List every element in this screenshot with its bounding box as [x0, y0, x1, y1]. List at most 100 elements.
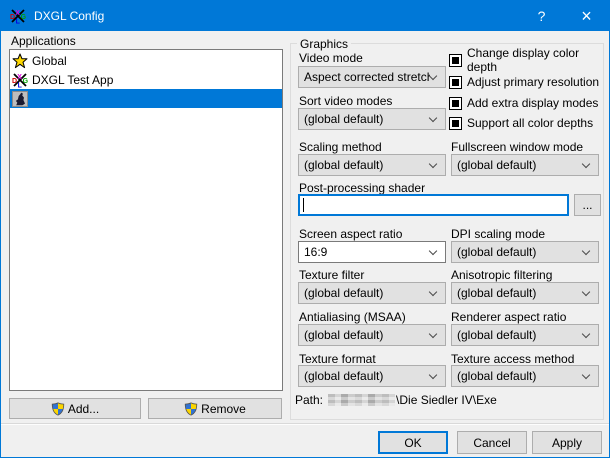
- dxgl-logo-icon: D X G L: [10, 8, 26, 24]
- browse-shader-button[interactable]: ...: [574, 194, 601, 216]
- redacted-path-segment: [328, 394, 395, 406]
- help-button-label: ?: [538, 8, 546, 24]
- applications-label: Applications: [11, 34, 76, 48]
- chevron-down-icon: [582, 329, 590, 337]
- svg-text:L: L: [18, 82, 23, 88]
- help-button[interactable]: ?: [519, 1, 564, 31]
- svg-text:G: G: [23, 78, 28, 85]
- path-row: Path: \Die Siedler IV\Exe: [295, 393, 497, 407]
- checkbox-adjust-primary-resolution[interactable]: Adjust primary resolution: [449, 75, 599, 89]
- ok-button-label: OK: [404, 436, 421, 450]
- remove-button[interactable]: Remove: [148, 398, 282, 419]
- renderer-aspect-ratio-value: (global default): [452, 328, 583, 342]
- path-label: Path:: [295, 393, 323, 407]
- path-suffix: \Die Siedler IV\Exe: [396, 393, 497, 407]
- remove-button-label: Remove: [201, 402, 246, 416]
- dpi-scaling-mode-select[interactable]: (global default): [451, 241, 599, 263]
- cancel-button[interactable]: Cancel: [457, 431, 527, 454]
- list-item-global[interactable]: Global: [10, 51, 282, 70]
- antialiasing-msaa-select[interactable]: (global default): [298, 324, 446, 346]
- texture-filter-select[interactable]: (global default): [298, 282, 446, 304]
- anisotropic-filtering-value: (global default): [452, 286, 583, 300]
- add-button[interactable]: Add...: [9, 398, 141, 419]
- text-caret: [303, 198, 304, 212]
- chevron-down-icon: [429, 329, 437, 337]
- cancel-button-label: Cancel: [473, 436, 510, 450]
- renderer-aspect-ratio-select[interactable]: (global default): [451, 324, 599, 346]
- checkbox-add-extra-display-modes[interactable]: Add extra display modes: [449, 96, 598, 110]
- texture-access-method-label: Texture access method: [451, 352, 574, 366]
- texture-access-method-value: (global default): [452, 369, 583, 383]
- ok-button[interactable]: OK: [378, 431, 448, 454]
- checkbox-change-display-color-depth[interactable]: Change display color depth: [449, 53, 609, 67]
- texture-format-select[interactable]: (global default): [298, 365, 446, 387]
- checkbox-label: Change display color depth: [467, 46, 609, 74]
- chevron-down-icon: [582, 287, 590, 295]
- chevron-down-icon: [582, 159, 590, 167]
- checkbox-label: Adjust primary resolution: [467, 75, 599, 89]
- renderer-aspect-ratio-label: Renderer aspect ratio: [451, 310, 566, 324]
- video-mode-value: Aspect corrected stretch: [299, 70, 430, 84]
- fullscreen-window-mode-value: (global default): [452, 158, 583, 172]
- close-icon: ×: [581, 7, 592, 25]
- close-button[interactable]: ×: [564, 1, 609, 31]
- checkbox-label: Support all color depths: [467, 116, 593, 130]
- sort-video-modes-label: Sort video modes: [299, 94, 392, 108]
- fullscreen-window-mode-select[interactable]: (global default): [451, 154, 599, 176]
- uac-shield-icon: [51, 402, 65, 416]
- star-icon: [12, 53, 28, 69]
- dxgl-config-window: D X G L DXGL Config ? × Applications Glo…: [0, 0, 610, 458]
- checkbox-label: Add extra display modes: [467, 96, 598, 110]
- post-processing-shader-input[interactable]: [298, 194, 569, 216]
- sort-video-modes-select[interactable]: (global default): [298, 108, 446, 130]
- list-item-label: Global: [32, 54, 67, 68]
- svg-text:L: L: [16, 19, 21, 25]
- chevron-down-icon: [429, 71, 437, 79]
- apply-button[interactable]: Apply: [532, 431, 602, 454]
- sort-video-modes-value: (global default): [299, 112, 430, 126]
- checkbox-indeterminate-icon[interactable]: [449, 117, 462, 130]
- list-item-dxgl-test-app[interactable]: D X G L DXGL Test App: [10, 70, 282, 89]
- dpi-scaling-mode-value: (global default): [452, 245, 583, 259]
- texture-access-method-select[interactable]: (global default): [451, 365, 599, 387]
- texture-format-value: (global default): [299, 369, 430, 383]
- chevron-down-icon: [429, 287, 437, 295]
- checkbox-support-all-color-depths[interactable]: Support all color depths: [449, 116, 593, 130]
- screen-aspect-ratio-value: 16:9: [299, 245, 430, 259]
- antialiasing-msaa-value: (global default): [299, 328, 430, 342]
- video-mode-select[interactable]: Aspect corrected stretch: [298, 66, 446, 88]
- list-item-selected-app[interactable]: [10, 89, 282, 108]
- graphics-group-label: Graphics: [297, 37, 351, 51]
- texture-filter-value: (global default): [299, 286, 430, 300]
- checkbox-indeterminate-icon[interactable]: [449, 97, 462, 110]
- checkbox-indeterminate-icon[interactable]: [449, 76, 462, 89]
- chevron-down-icon: [429, 370, 437, 378]
- uac-shield-icon: [184, 402, 198, 416]
- list-item-label: DXGL Test App: [32, 73, 113, 87]
- video-mode-label: Video mode: [299, 51, 363, 65]
- screen-aspect-ratio-combobox[interactable]: 16:9: [298, 241, 446, 263]
- checkbox-indeterminate-icon[interactable]: [449, 54, 462, 67]
- chevron-down-icon: [429, 159, 437, 167]
- anisotropic-filtering-select[interactable]: (global default): [451, 282, 599, 304]
- window-title: DXGL Config: [34, 9, 104, 23]
- titlebar[interactable]: D X G L DXGL Config: [1, 1, 609, 31]
- chevron-down-icon: [582, 370, 590, 378]
- screen-aspect-ratio-label: Screen aspect ratio: [299, 227, 402, 241]
- browse-shader-button-label: ...: [582, 198, 592, 212]
- settlers-app-icon: [12, 91, 28, 107]
- applications-list[interactable]: Global D X G L DXGL Test App: [9, 49, 283, 391]
- post-processing-shader-label: Post-processing shader: [299, 181, 425, 195]
- chevron-down-icon: [429, 246, 437, 254]
- anisotropic-filtering-label: Anisotropic filtering: [451, 268, 552, 282]
- antialiasing-msaa-label: Antialiasing (MSAA): [299, 310, 406, 324]
- add-button-label: Add...: [68, 402, 99, 416]
- chevron-down-icon: [429, 113, 437, 121]
- svg-text:G: G: [21, 14, 26, 21]
- scaling-method-select[interactable]: (global default): [298, 154, 446, 176]
- dpi-scaling-mode-label: DPI scaling mode: [451, 227, 545, 241]
- chevron-down-icon: [582, 246, 590, 254]
- svg-text:X: X: [15, 10, 20, 17]
- svg-text:X: X: [17, 74, 22, 81]
- fullscreen-window-mode-label: Fullscreen window mode: [451, 140, 583, 154]
